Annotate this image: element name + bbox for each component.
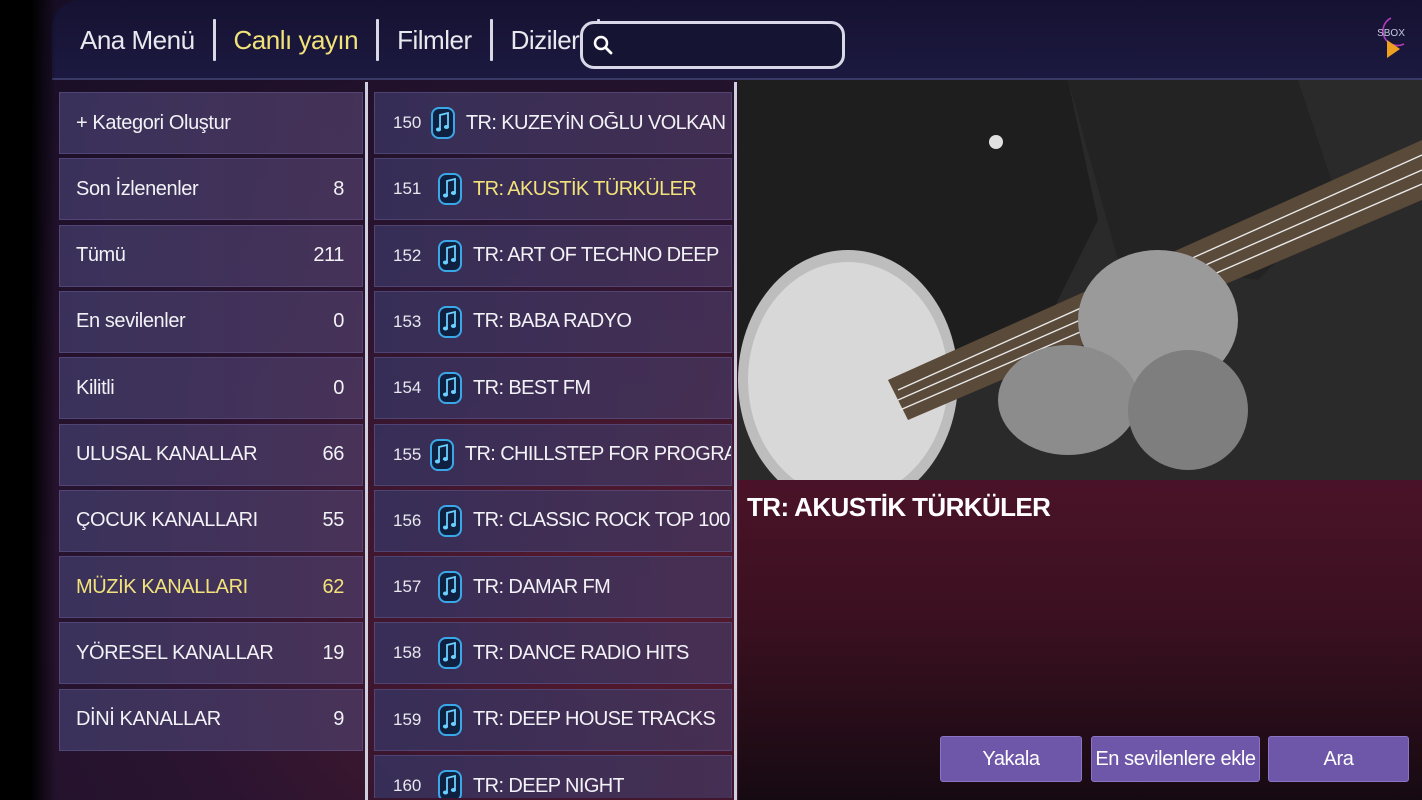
channel-number: 157	[393, 577, 422, 597]
category-label: YÖRESEL KANALLAR	[76, 641, 274, 664]
category-label: ULUSAL KANALLAR	[76, 443, 258, 465]
music-note-icon	[429, 438, 454, 471]
category-item[interactable]: Tümü 211	[59, 224, 363, 287]
category-count: 19	[322, 641, 345, 664]
music-note-icon	[438, 239, 462, 272]
search-box[interactable]	[580, 21, 845, 69]
category-label: ÇOCUK KANALLARI	[76, 509, 258, 532]
category-count: 9	[333, 708, 344, 731]
channel-name: TR: AKUSTİK TÜRKÜLER	[473, 177, 697, 200]
channel-item[interactable]: 156 TR: CLASSIC ROCK TOP 100	[374, 489, 732, 552]
add-favorite-button[interactable]: En sevilenlere ekle	[1091, 736, 1260, 782]
top-navigation-bar: Ana Menü Canlı yayın Filmler Diziler SBO…	[52, 0, 1422, 80]
main-nav: Ana Menü Canlı yayın Filmler Diziler	[52, 0, 601, 80]
music-note-icon	[438, 637, 462, 670]
music-note-icon	[438, 305, 462, 338]
category-list: + Kategori Oluştur Son İzlenenler 8 Tümü 211…	[56, 82, 366, 762]
channel-item[interactable]: 157 TR: DAMAR FM	[374, 556, 732, 619]
category-label: Tümü	[76, 244, 126, 267]
video-preview[interactable]	[738, 80, 1422, 480]
screen-edge-shadow	[0, 0, 56, 800]
channel-item[interactable]: 160 TR: DEEP NIGHT	[374, 755, 732, 798]
channel-name: TR: DEEP HOUSE TRACKS	[473, 708, 716, 731]
app-window: Ana Menü Canlı yayın Filmler Diziler SBO…	[0, 0, 1422, 800]
music-note-icon	[438, 571, 462, 604]
channel-name: TR: ART OF TECHNO DEEP	[473, 244, 719, 267]
channel-number: 156	[393, 510, 422, 530]
category-item[interactable]: Son İzlenenler 8	[59, 158, 363, 221]
channel-item[interactable]: 159 TR: DEEP HOUSE TRACKS	[374, 688, 732, 751]
search-input[interactable]	[621, 33, 831, 57]
panel-divider	[734, 82, 737, 800]
category-count: 66	[322, 443, 345, 465]
category-count: 0	[333, 376, 344, 399]
channel-name: TR: DANCE RADIO HITS	[473, 641, 689, 664]
category-item[interactable]: DİNİ KANALLAR 9	[59, 688, 363, 751]
channel-number: 155	[393, 444, 422, 464]
channel-name: TR: DEEP NIGHT	[473, 774, 625, 797]
channel-number: 159	[393, 709, 422, 729]
record-button[interactable]: Yakala	[940, 736, 1082, 782]
play-logo-icon: SBOX	[1377, 17, 1405, 58]
channel-name: TR: CLASSIC ROCK TOP 100	[473, 509, 730, 532]
music-note-icon	[438, 372, 462, 405]
category-count: 0	[333, 310, 344, 333]
category-item[interactable]: ULUSAL KANALLAR 66	[59, 423, 363, 486]
channel-name: TR: BEST FM	[473, 376, 591, 399]
channel-number: 152	[393, 245, 422, 265]
category-item[interactable]: En sevilenler 0	[59, 290, 363, 353]
now-playing-title: TR: AKUSTİK TÜRKÜLER	[747, 492, 1051, 522]
channel-name: TR: KUZEYİN OĞLU VOLKAN KON..	[465, 111, 731, 134]
category-item[interactable]: + Kategori Oluştur	[59, 92, 363, 154]
music-note-icon	[438, 703, 462, 736]
category-item[interactable]: YÖRESEL KANALLAR 19	[59, 622, 363, 685]
channel-item[interactable]: 150 TR: KUZEYİN OĞLU VOLKAN KON..	[374, 92, 732, 154]
channel-number: 158	[393, 643, 422, 663]
category-count: 8	[333, 177, 344, 200]
category-item[interactable]: MÜZİK KANALLARI 62	[59, 556, 363, 619]
category-item[interactable]: ÇOCUK KANALLARI 55	[59, 489, 363, 552]
music-note-icon	[438, 504, 462, 537]
channel-number: 153	[393, 311, 422, 331]
channel-number: 151	[393, 179, 422, 199]
channel-number: 160	[393, 776, 422, 795]
category-count: 211	[313, 244, 344, 267]
category-label: En sevilenler	[76, 310, 186, 333]
nav-live-tv[interactable]: Canlı yayın	[216, 19, 377, 61]
channel-name: TR: DAMAR FM	[473, 575, 611, 598]
svg-text:SBOX: SBOX	[1377, 28, 1405, 39]
category-label: MÜZİK KANALLARI	[76, 575, 248, 598]
category-item[interactable]: Kilitli 0	[59, 357, 363, 420]
channel-item[interactable]: 158 TR: DANCE RADIO HITS	[374, 622, 732, 685]
music-note-icon	[430, 107, 455, 139]
category-label: Son İzlenenler	[76, 177, 199, 200]
category-label: DİNİ KANALLAR	[76, 708, 221, 731]
channel-name: TR: CHILLSTEP FOR PROGRAMME..	[464, 443, 731, 465]
music-note-icon	[438, 770, 462, 798]
preview-image	[738, 80, 1422, 480]
search-button[interactable]: Ara	[1268, 736, 1409, 782]
channel-number: 150	[393, 113, 422, 132]
nav-home[interactable]: Ana Menü	[52, 19, 213, 61]
channel-number: 154	[393, 378, 422, 398]
category-count: 62	[322, 575, 345, 598]
channel-item[interactable]: 151 TR: AKUSTİK TÜRKÜLER	[374, 158, 732, 221]
channel-item[interactable]: 154 TR: BEST FM	[374, 357, 732, 420]
channel-item[interactable]: 152 TR: ART OF TECHNO DEEP	[374, 224, 732, 287]
channel-item[interactable]: 153 TR: BABA RADYO	[374, 290, 732, 353]
music-note-icon	[438, 173, 462, 206]
category-label: Kilitli	[76, 376, 115, 399]
channel-list[interactable]: 150 TR: KUZEYİN OĞLU VOLKAN KON.. 151 TR: A…	[370, 82, 736, 798]
category-count: 55	[322, 509, 345, 532]
channel-item[interactable]: 155 TR: CHILLSTEP FOR PROGRAMME..	[374, 423, 732, 486]
category-label: + Kategori Oluştur	[76, 111, 231, 134]
panel-divider	[365, 82, 368, 800]
nav-movies[interactable]: Filmler	[379, 19, 490, 61]
channel-name: TR: BABA RADYO	[473, 310, 632, 333]
search-icon	[593, 35, 613, 55]
